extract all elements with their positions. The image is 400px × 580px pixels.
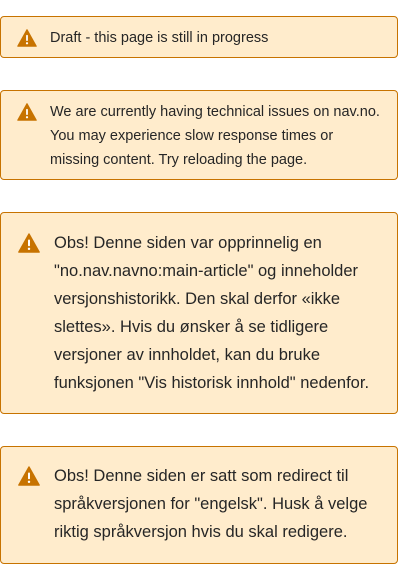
warning-triangle-icon xyxy=(18,466,40,486)
draft-warning-alert: Draft - this page is still in progress xyxy=(0,16,398,58)
technical-issues-alert: We are currently having technical issues… xyxy=(0,90,398,180)
warning-triangle-icon xyxy=(17,29,37,47)
warning-triangle-icon xyxy=(17,103,37,121)
alert-message: Obs! Denne siden var opprinnelig en "no.… xyxy=(54,234,370,392)
alert-message: We are currently having technical issues… xyxy=(50,104,380,168)
alert-message: Draft - this page is still in progress xyxy=(50,30,269,46)
warning-triangle-icon xyxy=(18,233,40,253)
alert-message: Obs! Denne siden er satt som redirect ti… xyxy=(54,467,368,541)
version-history-alert: Obs! Denne siden var opprinnelig en "no.… xyxy=(0,212,398,414)
redirect-language-alert: Obs! Denne siden er satt som redirect ti… xyxy=(0,446,398,564)
